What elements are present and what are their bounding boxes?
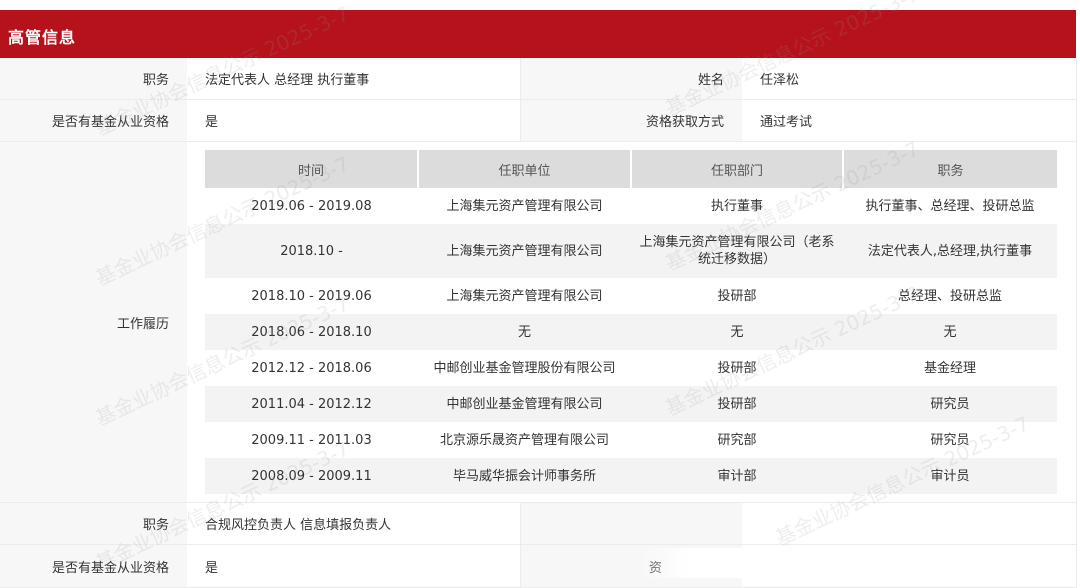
exec1-name-label-cell: 姓名	[520, 58, 742, 99]
cell-org: 毕马威华振会计师事务所	[418, 458, 631, 494]
exec2-position-value-cell: 合规风控负责人 信息填报负责人	[187, 503, 520, 544]
exec1-name-value-cell: 任泽松	[742, 58, 1076, 99]
cell-dept: 上海集元资产管理有限公司（老系统迁移数据）	[631, 224, 843, 278]
cell-title: 总经理、投研总监	[897, 288, 1002, 304]
column-header-org: 任职单位	[417, 150, 631, 188]
exec1-position-row: 职务 法定代表人 总经理 执行董事 姓名 任泽松	[0, 58, 1076, 100]
cell-org: 无	[418, 314, 631, 350]
exec1-position-label-cell: 职务	[0, 58, 187, 99]
cell-dept: 投研部	[717, 360, 757, 376]
cell-time: 2018.10 -	[205, 224, 418, 278]
exec1-qual-value-cell: 是	[187, 100, 520, 141]
table-row: 2018.10 - 2019.06 上海集元资产管理有限公司 投研部 总经理、投…	[205, 278, 1057, 314]
cell-time: 2019.06 - 2019.08	[251, 198, 372, 214]
cell-title: 研究员	[843, 386, 1057, 422]
cell-title: 法定代表人,总经理,执行董事	[843, 224, 1057, 278]
exec1-qual-label-cell: 是否有基金从业资格	[0, 100, 187, 141]
exec1-position-value-cell: 法定代表人 总经理 执行董事	[187, 58, 520, 99]
cell-dept: 研究部	[717, 432, 757, 448]
cell-org: 上海集元资产管理有限公司	[446, 198, 603, 214]
table-header-row: 时间 任职单位 任职部门 职务	[205, 150, 1057, 188]
cell-title: 审计员	[843, 458, 1057, 494]
exec1-history-label: 工作履历	[116, 316, 169, 332]
exec1-history-label-cell: 工作履历	[0, 142, 187, 502]
column-header-dept: 任职部门	[630, 150, 843, 188]
cell-org: 上海集元资产管理有限公司	[446, 288, 603, 304]
exec1-qual-method-value-cell: 通过考试	[742, 100, 1076, 141]
cell-title: 执行董事、总经理、投研总监	[865, 198, 1035, 214]
table-row: 2019.06 - 2019.08 上海集元资产管理有限公司 执行董事 执行董事…	[205, 188, 1057, 224]
cell-time: 2018.10 - 2019.06	[251, 288, 372, 304]
exec2-qual-value-cell: 是	[187, 545, 520, 587]
cell-time: 2011.04 - 2012.12	[205, 386, 418, 422]
exec1-name-value: 任泽松	[760, 73, 800, 88]
exec1-qual-method-label: 资格获取方式	[645, 115, 724, 130]
cell-title: 基金经理	[923, 360, 976, 376]
cell-time: 2012.12 - 2018.06	[251, 360, 372, 376]
column-header-time: 时间	[205, 150, 418, 188]
cell-dept: 投研部	[631, 386, 843, 422]
cell-time: 2009.11 - 2011.03	[251, 432, 372, 448]
exec2-position-value: 合规风控负责人 信息填报负责人	[205, 518, 392, 533]
cell-time: 2008.09 - 2009.11	[205, 458, 418, 494]
table-row: 2018.06 - 2018.10 无 无 无	[205, 314, 1057, 350]
cell-org: 中邮创业基金管理股份有限公司	[433, 360, 616, 376]
section-title: 高管信息	[8, 28, 77, 47]
cell-org: 上海集元资产管理有限公司	[418, 224, 631, 278]
cell-dept: 审计部	[631, 458, 843, 494]
exec1-qual-label: 是否有基金从业资格	[51, 115, 169, 130]
cell-time: 2018.06 - 2018.10	[205, 314, 418, 350]
exec1-qual-method-label-cell: 资格获取方式	[520, 100, 742, 141]
cell-dept: 无	[631, 314, 843, 350]
table-row: 2009.11 - 2011.03 北京源乐晟资产管理有限公司 研究部 研究员	[205, 422, 1057, 458]
exec2-qual-label: 是否有基金从业资格	[51, 560, 169, 576]
exec2-name-label-cell	[520, 503, 742, 544]
exec1-qual-method-value: 通过考试	[760, 115, 813, 130]
exec1-qual-row: 是否有基金从业资格 是 资格获取方式 通过考试	[0, 100, 1076, 142]
exec2-qual-value: 是	[205, 560, 219, 576]
column-header-title: 职务	[842, 150, 1057, 188]
exec2-qual-label-cell: 是否有基金从业资格	[0, 545, 187, 587]
exec1-name-label: 姓名	[697, 73, 724, 88]
exec2-position-label-cell: 职务	[0, 503, 187, 544]
table-row: 2011.04 - 2012.12 中邮创业基金管理有限公司 投研部 研究员	[205, 386, 1057, 422]
faded-overlay	[640, 548, 1060, 578]
exec1-qual-value: 是	[205, 115, 219, 130]
exec1-position-label: 职务	[142, 73, 169, 88]
exec1-position-value: 法定代表人 总经理 执行董事	[205, 73, 370, 88]
exec2-position-label: 职务	[142, 518, 169, 533]
work-history-table: 时间 任职单位 任职部门 职务 2019.06 - 2019.08 上海集元资产…	[205, 150, 1057, 494]
blurred-overlay	[760, 505, 1060, 543]
cell-title: 无	[843, 314, 1057, 350]
table-row: 2012.12 - 2018.06 中邮创业基金管理股份有限公司 投研部 基金经…	[205, 350, 1057, 386]
cell-org: 中邮创业基金管理有限公司	[418, 386, 631, 422]
section-header: 高管信息	[0, 10, 1076, 58]
table-row: 2018.10 - 上海集元资产管理有限公司 上海集元资产管理有限公司（老系统迁…	[205, 224, 1057, 278]
table-row: 2008.09 - 2009.11 毕马威华振会计师事务所 审计部 审计员	[205, 458, 1057, 494]
cell-title: 研究员	[930, 432, 970, 448]
cell-dept: 执行董事	[710, 198, 763, 214]
cell-org: 北京源乐晟资产管理有限公司	[439, 432, 609, 448]
cell-dept: 投研部	[717, 288, 757, 304]
